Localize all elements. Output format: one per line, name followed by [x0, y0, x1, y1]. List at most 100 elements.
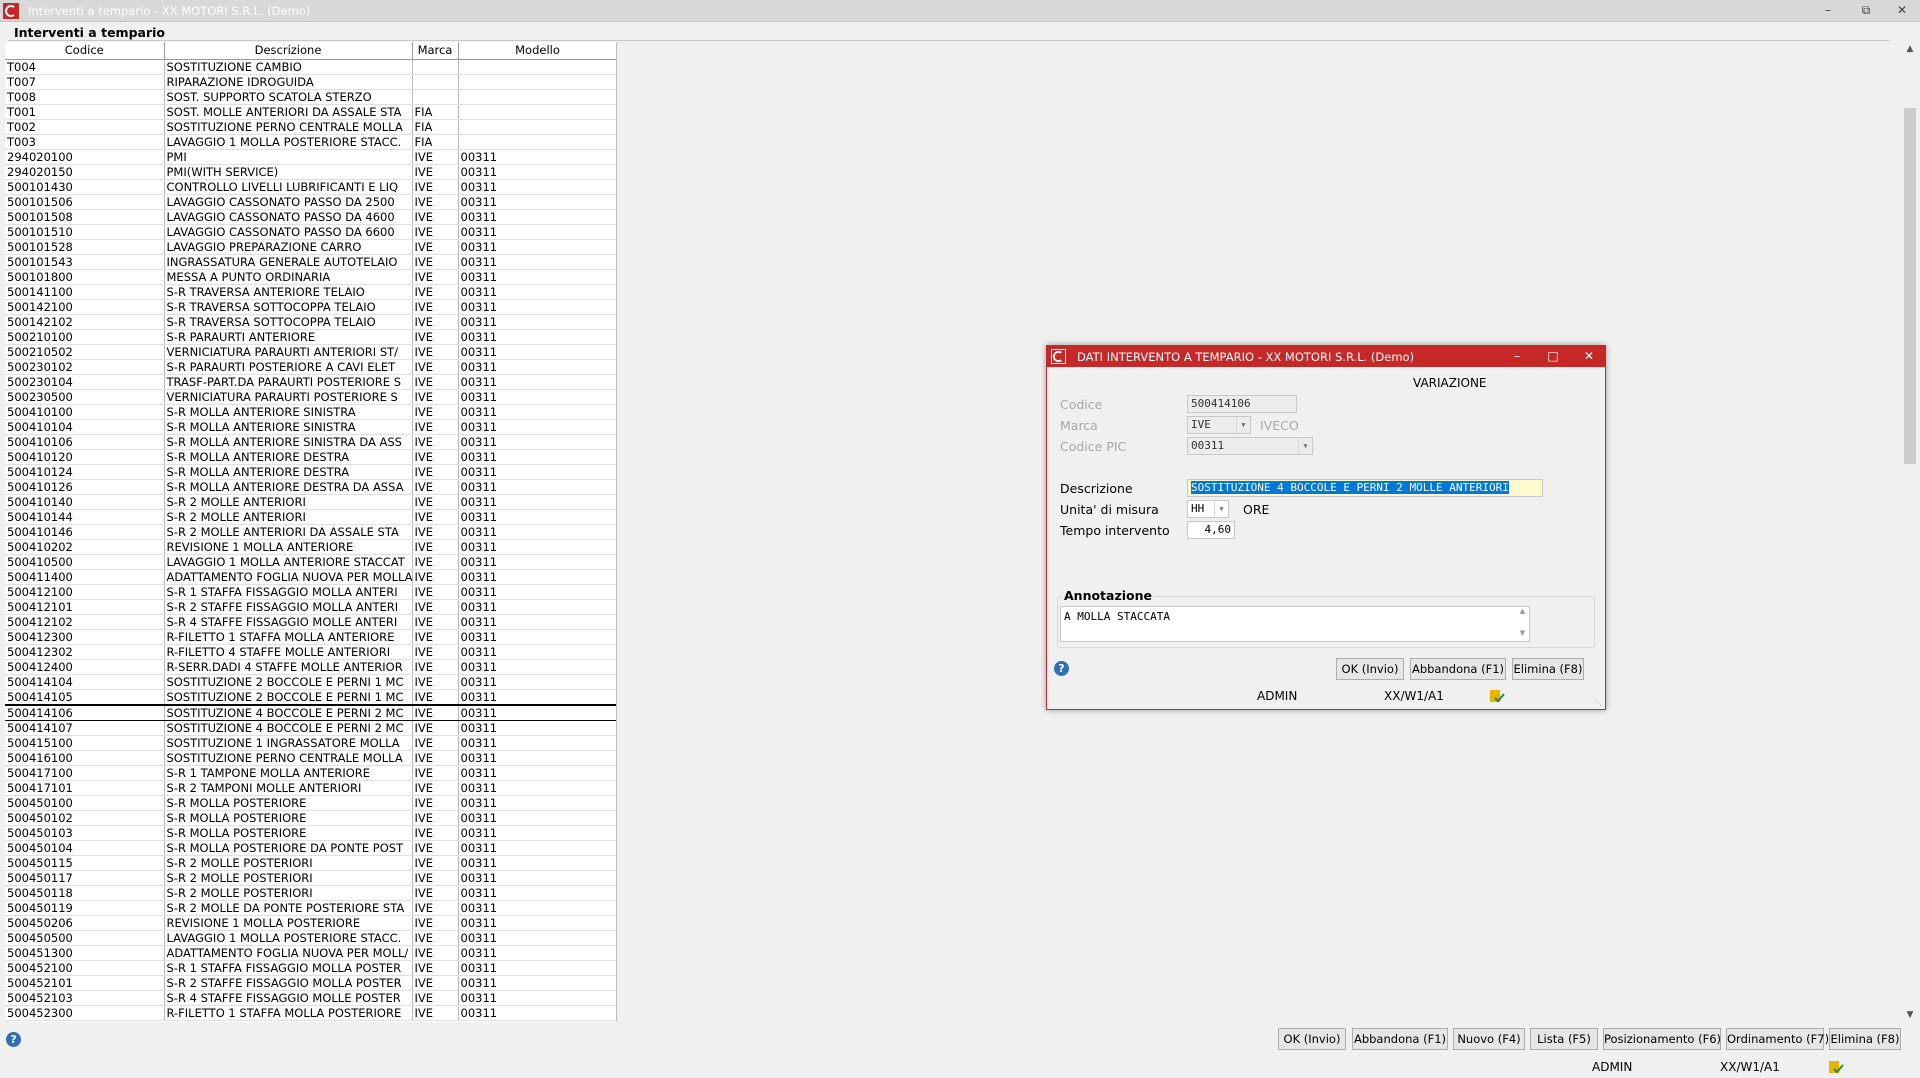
- dialog-maximize-icon[interactable]: □: [1535, 346, 1571, 368]
- codice-pic-combo[interactable]: 00311 ▼: [1187, 437, 1313, 455]
- chevron-down-icon[interactable]: ▼: [1298, 438, 1312, 454]
- table-row[interactable]: T001 SOST. MOLLE ANTERIORI DA ASSALE STA F…: [5, 104, 616, 120]
- table-row[interactable]: 500450102 S-R MOLLA POSTERIORE IVE 00311: [5, 810, 616, 826]
- column-header-codice[interactable]: Codice: [5, 42, 165, 60]
- table-row[interactable]: 500451300 ADATTAMENTO FOGLIA NUOVA PER MO…: [5, 945, 616, 961]
- scroll-up-icon[interactable]: ▲: [1516, 607, 1529, 615]
- table-row[interactable]: 500452100 S-R 1 STAFFA FISSAGGIO MOLLA PO…: [5, 960, 616, 976]
- table-row[interactable]: 500411400 ADATTAMENTO FOGLIA NUOVA PER MO…: [5, 569, 616, 585]
- table-row[interactable]: 500412100 S-R 1 STAFFA FISSAGGIO MOLLA AN…: [5, 584, 616, 600]
- table-row[interactable]: 500450100 S-R MOLLA POSTERIORE IVE 00311: [5, 795, 616, 811]
- column-header-descrizione[interactable]: Descrizione: [164, 42, 413, 60]
- table-row[interactable]: T008 SOST. SUPPORTO SCATOLA STERZO: [5, 89, 616, 105]
- scroll-up-icon[interactable]: ▲: [1902, 42, 1918, 56]
- table-row[interactable]: 294020150 PMI(WITH SERVICE) IVE 00311: [5, 164, 616, 180]
- table-row[interactable]: 500142100 S-R TRAVERSA SOTTOCOPPA TELAIO I…: [5, 299, 616, 315]
- table-row[interactable]: 500230104 TRASF-PART.DA PARAURTI POSTERIO…: [5, 374, 616, 390]
- table-row[interactable]: T003 LAVAGGIO 1 MOLLA POSTERIORE STACC. FI…: [5, 134, 616, 150]
- table-row[interactable]: 500142102 S-R TRAVERSA SOTTOCOPPA TELAIO I…: [5, 314, 616, 330]
- table-row[interactable]: 500452300 R-FILETTO 1 STAFFA MOLLA POSTER…: [5, 1005, 616, 1021]
- table-row[interactable]: 500412102 S-R 4 STAFFE FISSAGGIO MOLLE AN…: [5, 614, 616, 630]
- table-row[interactable]: 500410104 S-R MOLLA ANTERIORE SINISTRA IVE…: [5, 419, 616, 435]
- table-row[interactable]: 500210502 VERNICIATURA PARAURTI ANTERIORI…: [5, 344, 616, 360]
- annotazione-textarea[interactable]: A MOLLA STACCATA: [1060, 606, 1530, 642]
- interventions-grid[interactable]: Codice Descrizione Marca Modello T004 SOS…: [5, 42, 617, 1022]
- table-row[interactable]: 500101506 LAVAGGIO CASSONATO PASSO DA 250…: [5, 194, 616, 210]
- table-row[interactable]: 500410146 S-R 2 MOLLE ANTERIORI DA ASSALE…: [5, 524, 616, 540]
- table-row[interactable]: 500412101 S-R 2 STAFFE FISSAGGIO MOLLA AN…: [5, 599, 616, 615]
- scroll-down-icon[interactable]: ▼: [1902, 1008, 1918, 1022]
- unita-combo[interactable]: HH ▼: [1187, 500, 1229, 518]
- table-row[interactable]: 500410126 S-R MOLLA ANTERIORE DESTRA DA A…: [5, 479, 616, 495]
- close-icon[interactable]: ✕: [1884, 0, 1920, 22]
- annotazione-scrollbar[interactable]: ▲ ▼: [1516, 607, 1529, 641]
- table-row[interactable]: 500141100 S-R TRAVERSA ANTERIORE TELAIO IV…: [5, 284, 616, 300]
- table-row[interactable]: 500101528 LAVAGGIO PREPARAZIONE CARRO IVE 0…: [5, 239, 616, 255]
- table-row[interactable]: 500101508 LAVAGGIO CASSONATO PASSO DA 460…: [5, 209, 616, 225]
- ok-button[interactable]: OK (Invio): [1278, 1028, 1346, 1050]
- codice-field[interactable]: 500414106: [1187, 395, 1297, 413]
- table-row[interactable]: 500414105 SOSTITUZIONE 2 BOCCOLE E PERNI …: [5, 689, 616, 705]
- table-row[interactable]: 500452103 S-R 4 STAFFE FISSAGGIO MOLLE PO…: [5, 990, 616, 1006]
- table-row[interactable]: 500210100 S-R PARAURTI ANTERIORE IVE 00311: [5, 329, 616, 345]
- table-row[interactable]: 500452101 S-R 2 STAFFE FISSAGGIO MOLLA PO…: [5, 975, 616, 991]
- column-header-modello[interactable]: Modello: [458, 42, 616, 60]
- table-row[interactable]: 500230500 VERNICIATURA PARAURTI POSTERIOR…: [5, 389, 616, 405]
- dialog-help-icon[interactable]: ?: [1054, 661, 1069, 676]
- table-row[interactable]: 500415100 SOSTITUZIONE 1 INGRASSATORE MOL…: [5, 735, 616, 751]
- table-row[interactable]: 500101510 LAVAGGIO CASSONATO PASSO DA 660…: [5, 224, 616, 240]
- table-row[interactable]: 500450206 REVISIONE 1 MOLLA POSTERIORE IVE…: [5, 915, 616, 931]
- table-row[interactable]: 500416100 SOSTITUZIONE PERNO CENTRALE MOL…: [5, 750, 616, 766]
- dialog-close-icon[interactable]: ✕: [1571, 346, 1607, 368]
- table-row[interactable]: 500414106 SOSTITUZIONE 4 BOCCOLE E PERNI …: [5, 703, 616, 721]
- table-row[interactable]: 500410202 REVISIONE 1 MOLLA ANTERIORE IVE 0…: [5, 539, 616, 555]
- minimize-icon[interactable]: –: [1810, 0, 1846, 22]
- table-row[interactable]: 500410124 S-R MOLLA ANTERIORE DESTRA IVE 00…: [5, 464, 616, 480]
- chevron-down-icon[interactable]: ▼: [1236, 417, 1250, 433]
- table-row[interactable]: 500410106 S-R MOLLA ANTERIORE SINISTRA DA…: [5, 434, 616, 450]
- table-row[interactable]: 500412400 R-SERR.DADI 4 STAFFE MOLLE ANTE…: [5, 659, 616, 675]
- table-row[interactable]: 500450500 LAVAGGIO 1 MOLLA POSTERIORE STA…: [5, 930, 616, 946]
- table-row[interactable]: 500412300 R-FILETTO 1 STAFFA MOLLA ANTERI…: [5, 629, 616, 645]
- table-row[interactable]: 500410500 LAVAGGIO 1 MOLLA ANTERIORE STAC…: [5, 554, 616, 570]
- table-row[interactable]: 500410100 S-R MOLLA ANTERIORE SINISTRA IVE…: [5, 404, 616, 420]
- help-icon[interactable]: ?: [6, 1032, 21, 1047]
- dialog-ok-button[interactable]: OK (Invio): [1336, 658, 1404, 680]
- table-row[interactable]: 500412302 R-FILETTO 4 STAFFE MOLLE ANTERI…: [5, 644, 616, 660]
- table-row[interactable]: 500450118 S-R 2 MOLLE POSTERIORI IVE 00311: [5, 885, 616, 901]
- table-row[interactable]: 500410140 S-R 2 MOLLE ANTERIORI IVE 00311: [5, 494, 616, 510]
- table-row[interactable]: 500101800 MESSA A PUNTO ORDINARIA IVE 00311: [5, 269, 616, 285]
- table-row[interactable]: 500101430 CONTROLLO LIVELLI LUBRIFICANTI …: [5, 179, 616, 195]
- table-row[interactable]: 500410144 S-R 2 MOLLE ANTERIORI IVE 00311: [5, 509, 616, 525]
- table-row[interactable]: 500450115 S-R 2 MOLLE POSTERIORI IVE 00311: [5, 855, 616, 871]
- table-row[interactable]: 500414104 SOSTITUZIONE 2 BOCCOLE E PERNI …: [5, 674, 616, 690]
- descrizione-input[interactable]: SOSTITUZIONE 4 BOCCOLE E PERNI 2 MOLLE A…: [1187, 479, 1543, 497]
- table-row[interactable]: 500101543 INGRASSATURA GENERALE AUTOTELAI…: [5, 254, 616, 270]
- table-row[interactable]: 500450119 S-R 2 MOLLE DA PONTE POSTERIORE…: [5, 900, 616, 916]
- table-row[interactable]: T007 RIPARAZIONE IDROGUIDA: [5, 74, 616, 90]
- table-row[interactable]: T002 SOSTITUZIONE PERNO CENTRALE MOLLA FIA: [5, 119, 616, 135]
- table-row[interactable]: 500230102 S-R PARAURTI POSTERIORE A CAVI …: [5, 359, 616, 375]
- tempo-input[interactable]: 4,60: [1187, 521, 1235, 539]
- table-row[interactable]: 294020100 PMI IVE 00311: [5, 149, 616, 165]
- column-header-marca[interactable]: Marca: [412, 42, 459, 60]
- table-row[interactable]: 500450104 S-R MOLLA POSTERIORE DA PONTE P…: [5, 840, 616, 856]
- chevron-down-icon[interactable]: ▼: [1214, 501, 1228, 517]
- table-row[interactable]: 500417100 S-R 1 TAMPONE MOLLA ANTERIORE IV…: [5, 765, 616, 781]
- grid-vertical-scrollbar[interactable]: ▲ ▼: [1902, 42, 1918, 1022]
- abbandona-button[interactable]: Abbandona (F1): [1352, 1028, 1448, 1050]
- table-row[interactable]: 500450117 S-R 2 MOLLE POSTERIORI IVE 00311: [5, 870, 616, 886]
- lista-button[interactable]: Lista (F5): [1530, 1028, 1598, 1050]
- scroll-thumb[interactable]: [1904, 108, 1916, 464]
- elimina-button[interactable]: Elimina (F8): [1829, 1028, 1901, 1050]
- table-row[interactable]: 500410120 S-R MOLLA ANTERIORE DESTRA IVE 00…: [5, 449, 616, 465]
- dialog-minimize-icon[interactable]: –: [1499, 346, 1535, 368]
- table-row[interactable]: 500414107 SOSTITUZIONE 4 BOCCOLE E PERNI …: [5, 720, 616, 736]
- table-row[interactable]: T004 SOSTITUZIONE CAMBIO: [5, 59, 616, 75]
- dialog-elimina-button[interactable]: Elimina (F8): [1512, 658, 1584, 680]
- scroll-down-icon[interactable]: ▼: [1516, 629, 1529, 637]
- resize-grip-icon[interactable]: ⋱: [1594, 698, 1602, 707]
- ordinamento-button[interactable]: Ordinamento (F7): [1726, 1028, 1829, 1050]
- posizionamento-button[interactable]: Posizionamento (F6): [1603, 1028, 1721, 1050]
- marca-combo[interactable]: IVE ▼: [1187, 416, 1251, 434]
